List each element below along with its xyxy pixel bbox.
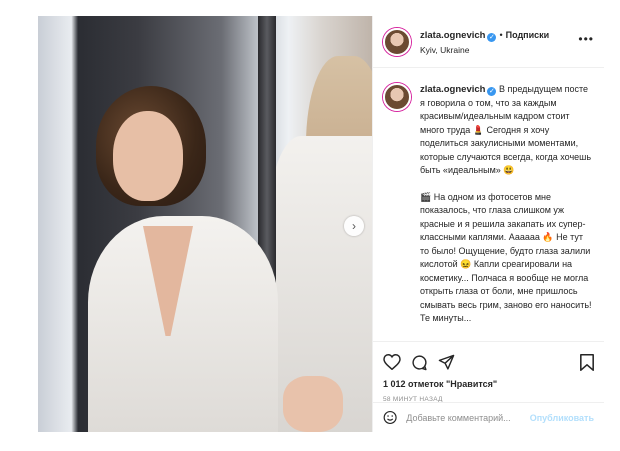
comment-input[interactable] — [406, 412, 530, 423]
more-horizontal-icon[interactable]: ••• — [578, 32, 594, 46]
post-header: zlata.ognevich ✓ • Подписки Kyiv, Ukraine •… — [373, 16, 604, 68]
comment-icon[interactable] — [411, 354, 428, 371]
photo-face — [113, 111, 183, 201]
separator-dot: • — [499, 29, 503, 40]
likes-count[interactable]: 1 012 отметок "Нравится" — [383, 379, 594, 389]
post-side-panel: zlata.ognevich ✓ • Подписки Kyiv, Ukraine •… — [372, 16, 604, 432]
caption-username[interactable]: zlata.ognevich — [420, 84, 485, 95]
chevron-right-icon[interactable]: › — [344, 216, 364, 236]
comment-row: Опубликовать — [373, 402, 604, 432]
photo-hand — [283, 376, 343, 432]
caption-area: zlata.ognevich ✓ В предыдущем посте я гов… — [373, 69, 604, 341]
instagram-post-window: › zlata.ognevich ✓ • Подписки Kyiv, Ukraine… — [0, 0, 620, 451]
post-actions: 1 012 отметок "Нравится" 58 МИНУТ НАЗАД — [373, 341, 604, 403]
post-photo[interactable] — [38, 16, 372, 432]
caption: zlata.ognevich ✓ В предыдущем посте я гов… — [420, 83, 594, 341]
caption-paragraph-1: В предыдущем посте я говорила о том, что… — [420, 84, 592, 175]
following-button[interactable]: Подписки — [506, 30, 550, 40]
caption-avatar[interactable] — [383, 83, 411, 111]
bookmark-icon[interactable] — [580, 353, 594, 371]
username-link[interactable]: zlata.ognevich — [420, 30, 485, 41]
share-icon[interactable] — [438, 354, 455, 371]
verified-badge-icon: ✓ — [487, 32, 497, 42]
publish-button[interactable]: Опубликовать — [530, 413, 594, 423]
smile-icon[interactable] — [383, 410, 397, 425]
header-text: zlata.ognevich ✓ • Подписки Kyiv, Ukraine — [420, 27, 549, 57]
caption-paragraph-2: 🎬 На одном из фотосетов мне показалось, … — [420, 191, 592, 324]
verified-badge-icon: ✓ — [487, 87, 497, 96]
location-link[interactable]: Kyiv, Ukraine — [420, 43, 549, 57]
heart-icon[interactable] — [383, 354, 401, 370]
action-icons — [383, 352, 594, 372]
avatar[interactable] — [383, 27, 411, 56]
